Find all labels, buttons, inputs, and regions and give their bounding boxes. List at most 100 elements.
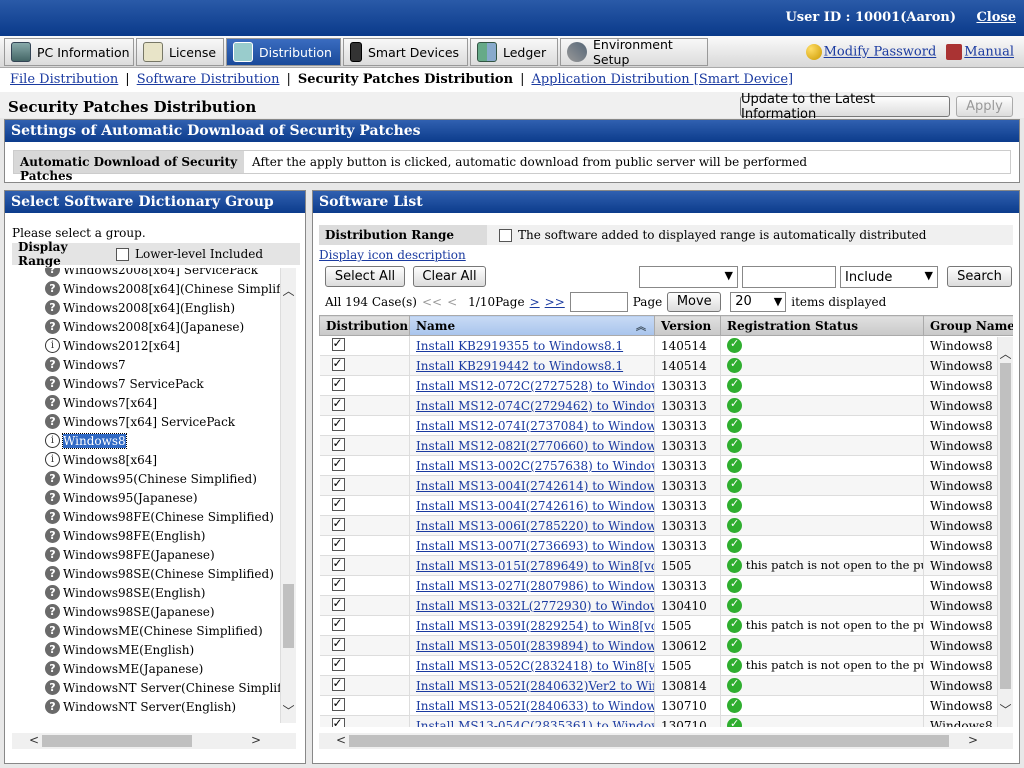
scroll-thumb[interactable]: [1000, 363, 1011, 689]
software-name-link[interactable]: Install MS13-039I(2829254) to Win8[void]: [416, 619, 654, 633]
col-version[interactable]: Version: [654, 315, 721, 336]
tree-item[interactable]: ? Windows2008[x64](Chinese Simplified): [45, 279, 280, 298]
filter-column-select[interactable]: ▼: [639, 266, 738, 288]
tree-item[interactable]: ? Windows95(Japanese): [45, 488, 198, 507]
scroll-left-arrow[interactable]: <: [333, 733, 349, 749]
first-page-link[interactable]: <<: [422, 295, 442, 309]
subnav-file-distribution[interactable]: File Distribution: [10, 72, 118, 87]
software-name-link[interactable]: Install MS13-027I(2807986) to Windows8: [416, 579, 654, 593]
distribution-checkbox[interactable]: [331, 716, 345, 727]
software-name-link[interactable]: Install KB2919355 to Windows8.1: [416, 339, 623, 353]
clear-all-button[interactable]: Clear All: [413, 266, 486, 287]
tree-item[interactable]: i Windows8: [45, 431, 127, 450]
distribution-checkbox[interactable]: [331, 476, 345, 491]
distribution-checkbox[interactable]: [331, 336, 345, 351]
distribution-checkbox[interactable]: [331, 556, 345, 571]
auto-distribute-checkbox[interactable]: [499, 228, 512, 242]
tree-item[interactable]: ? Windows98FE(English): [45, 526, 205, 545]
close-link[interactable]: Close: [976, 10, 1016, 25]
tree-item[interactable]: ?WindowsNT Server(Japanese): [45, 716, 245, 718]
software-name-link[interactable]: Install MS13-052I(2840632)Ver2 to Window…: [416, 679, 654, 693]
tab-license[interactable]: License: [136, 38, 224, 66]
tree-item[interactable]: ? Windows2008[x64](Japanese): [45, 317, 244, 336]
tree-item[interactable]: ? Windows98SE(Japanese): [45, 602, 215, 621]
scroll-up-arrow[interactable]: ︿: [281, 282, 296, 298]
tab-distribution[interactable]: Distribution: [226, 38, 341, 66]
distribution-checkbox[interactable]: [331, 596, 345, 611]
tree-item[interactable]: ? Windows2008[x64](English): [45, 298, 235, 317]
software-name-link[interactable]: Install MS13-004I(2742614) to Windows8: [416, 479, 654, 493]
distribution-checkbox[interactable]: [331, 616, 345, 631]
tree-item[interactable]: ? WindowsME(Japanese): [45, 659, 203, 678]
modify-password-label[interactable]: Modify Password: [824, 45, 937, 60]
tree-item[interactable]: ?WindowsNT Server(Chinese Simplified): [45, 678, 280, 697]
filter-text-input[interactable]: [742, 266, 836, 288]
tree-vertical-scrollbar[interactable]: ︿ ﹀: [280, 268, 296, 723]
scroll-right-arrow[interactable]: >: [965, 733, 981, 749]
subnav-software-distribution[interactable]: Software Distribution: [137, 72, 280, 87]
tree-item[interactable]: ? WindowsME(Chinese Simplified): [45, 621, 263, 640]
tree-horizontal-scrollbar[interactable]: < >: [12, 733, 296, 749]
col-group-name[interactable]: Group Name: [923, 315, 1013, 336]
software-name-link[interactable]: Install MS13-032L(2772930) to Windows8: [416, 599, 654, 613]
tree-item[interactable]: ? Windows98SE(English): [45, 583, 205, 602]
scroll-down-arrow[interactable]: ﹀: [998, 701, 1013, 717]
software-name-link[interactable]: Install MS13-007I(2736693) to Windows8: [416, 539, 654, 553]
move-button[interactable]: Move: [667, 292, 722, 312]
software-name-link[interactable]: Install MS13-006I(2785220) to Windows8: [416, 519, 654, 533]
page-number-input[interactable]: [569, 292, 628, 312]
scroll-left-arrow[interactable]: <: [26, 733, 42, 749]
tab-pc-information[interactable]: PC Information: [4, 38, 134, 66]
software-name-link[interactable]: Install MS13-015I(2789649) to Win8[void]: [416, 559, 654, 573]
tree-item[interactable]: ? Windows98FE(Chinese Simplified): [45, 507, 274, 526]
col-name[interactable]: Name ︽: [409, 315, 655, 336]
tab-ledger[interactable]: Ledger: [470, 38, 558, 66]
scroll-right-arrow[interactable]: >: [248, 733, 264, 749]
per-page-select[interactable]: 20 ▼: [730, 292, 787, 312]
software-name-link[interactable]: Install MS12-072C(2727528) to Windows8: [416, 379, 654, 393]
distribution-checkbox[interactable]: [331, 656, 345, 671]
software-name-link[interactable]: Install KB2919442 to Windows8.1: [416, 359, 623, 373]
tree-item[interactable]: ? WindowsME(English): [45, 640, 194, 659]
search-button[interactable]: Search: [947, 266, 1012, 287]
last-page-link[interactable]: >>: [545, 295, 565, 309]
tree-item[interactable]: ? Windows98FE(Japanese): [45, 545, 215, 564]
distribution-checkbox[interactable]: [331, 536, 345, 551]
scroll-down-arrow[interactable]: ﹀: [281, 702, 296, 718]
distribution-checkbox[interactable]: [331, 516, 345, 531]
software-name-link[interactable]: Install MS13-052C(2832418) to Win8[void]: [416, 659, 654, 673]
tree-item[interactable]: ? Windows95(Chinese Simplified): [45, 469, 257, 488]
tree-item[interactable]: ? Windows98SE(Chinese Simplified): [45, 564, 274, 583]
table-vertical-scrollbar[interactable]: ︿ ﹀: [997, 337, 1013, 727]
tree-item[interactable]: ? Windows7: [45, 355, 126, 374]
tab-smart-devices[interactable]: Smart Devices: [343, 38, 468, 66]
distribution-checkbox[interactable]: [331, 396, 345, 411]
select-all-button[interactable]: Select All: [325, 266, 405, 287]
col-distribution[interactable]: Distribution: [319, 315, 410, 336]
software-name-link[interactable]: Install MS13-054C(2835361) to Windows8: [416, 719, 654, 728]
software-name-link[interactable]: Install MS12-082I(2770660) to Windows8: [416, 439, 654, 453]
modify-password-link[interactable]: Modify Password: [805, 44, 937, 60]
icon-description-link[interactable]: Display icon description: [319, 248, 466, 262]
apply-button[interactable]: Apply: [956, 96, 1013, 117]
tree-item[interactable]: ? Windows7[x64] ServicePack: [45, 412, 235, 431]
distribution-checkbox[interactable]: [331, 456, 345, 471]
software-name-link[interactable]: Install MS12-074C(2729462) to Windows8: [416, 399, 654, 413]
manual-label[interactable]: Manual: [964, 45, 1014, 60]
software-name-link[interactable]: Install MS13-052I(2840633) to Windows8: [416, 699, 654, 713]
table-horizontal-scrollbar[interactable]: < >: [319, 733, 1013, 749]
tree-item[interactable]: i Windows2012[x64]: [45, 336, 180, 355]
scroll-thumb[interactable]: [349, 735, 949, 747]
tree-item[interactable]: i Windows8[x64]: [45, 450, 157, 469]
scroll-thumb[interactable]: [283, 584, 294, 648]
scroll-up-arrow[interactable]: ︿: [998, 345, 1013, 361]
distribution-checkbox[interactable]: [331, 356, 345, 371]
tree-item[interactable]: ? Windows7 ServicePack: [45, 374, 204, 393]
manual-link[interactable]: Manual: [946, 44, 1014, 60]
next-page-link[interactable]: >: [530, 295, 540, 309]
software-name-link[interactable]: Install MS12-074I(2737084) to Windows8: [416, 419, 654, 433]
software-name-link[interactable]: Install MS13-004I(2742616) to Windows8: [416, 499, 654, 513]
distribution-checkbox[interactable]: [331, 376, 345, 391]
software-name-link[interactable]: Install MS13-002C(2757638) to Windows8: [416, 459, 654, 473]
prev-page-link[interactable]: <: [447, 295, 457, 309]
